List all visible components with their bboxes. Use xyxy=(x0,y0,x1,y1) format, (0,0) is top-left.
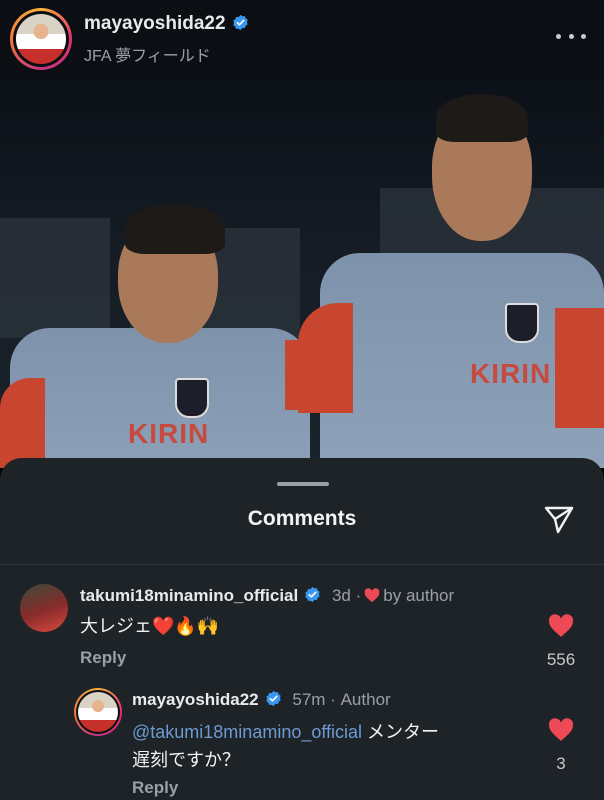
reply-button[interactable]: Reply xyxy=(80,648,126,668)
sponsor-text-left: KIRIN xyxy=(128,418,210,449)
comment-header: takumi18minamino_official 3d · by author xyxy=(80,586,454,606)
poster-avatar[interactable] xyxy=(10,8,72,70)
meta-separator: · xyxy=(330,690,336,709)
jfa-badge-left xyxy=(175,378,209,418)
comments-title: Comments xyxy=(247,507,357,530)
verified-badge-icon xyxy=(232,14,248,31)
reply-username[interactable]: mayayoshida22 xyxy=(132,690,259,709)
post-location[interactable]: JFA 夢フィールド xyxy=(84,42,211,66)
sheet-drag-handle[interactable] xyxy=(277,482,329,486)
poster-username-text[interactable]: mayayoshida22 xyxy=(84,13,226,34)
sheet-divider xyxy=(0,564,604,565)
verified-badge-icon xyxy=(305,586,320,603)
reply-author-avatar[interactable] xyxy=(74,688,122,736)
commenter-avatar[interactable] xyxy=(20,584,68,632)
meta-separator: · xyxy=(355,586,362,605)
post-photo[interactable]: KIRIN KIRIN xyxy=(0,78,604,468)
jfa-badge-right xyxy=(505,303,539,343)
reply-button[interactable]: Reply xyxy=(132,778,178,798)
poster-username[interactable]: mayayoshida22 xyxy=(84,13,249,35)
share-send-icon[interactable] xyxy=(542,502,576,536)
heart-icon[interactable] xyxy=(548,718,574,742)
author-tag: Author xyxy=(340,690,391,709)
post-header: mayayoshida22 JFA 夢フィールド xyxy=(0,0,604,78)
heart-icon[interactable] xyxy=(548,614,574,638)
more-options-icon[interactable] xyxy=(556,26,586,46)
comment-username[interactable]: takumi18minamino_official xyxy=(80,586,298,605)
liked-by-author-label: by author xyxy=(383,586,455,605)
reply-text-line2: 遅刻ですか？ xyxy=(132,750,240,770)
reply-text-line1: メンター xyxy=(362,722,440,742)
reply-header: mayayoshida22 57m · Author xyxy=(132,690,391,710)
like-count: 3 xyxy=(556,754,566,773)
mention-link[interactable]: @takumi18minamino_official xyxy=(132,722,362,742)
comment-time: 3d xyxy=(331,586,351,605)
author-liked-heart-icon xyxy=(364,588,380,603)
like-count: 556 xyxy=(546,650,576,669)
reply-text: @takumi18minamino_official メンター 遅刻ですか？ xyxy=(132,718,512,774)
reply-time: 57m xyxy=(292,690,326,709)
verified-badge-icon xyxy=(265,690,281,707)
comments-sheet: Comments takumi18minamino_official 3d · b… xyxy=(0,458,604,800)
sponsor-text-right: KIRIN xyxy=(470,358,552,389)
comment-text: 大レジェ❤️🔥🙌 xyxy=(80,616,220,636)
